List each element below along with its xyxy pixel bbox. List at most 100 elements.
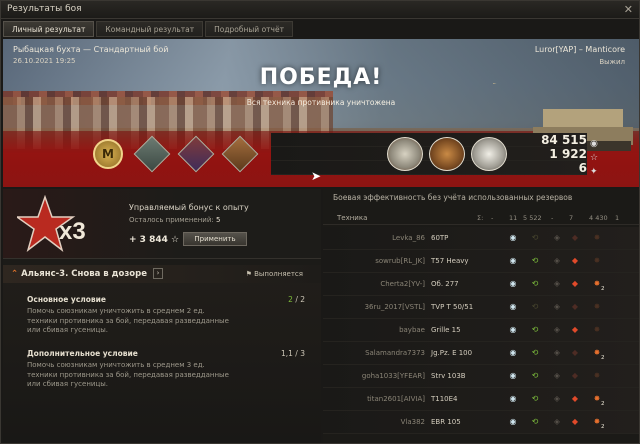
blocked-damage-icon[interactable]: ◈ [551,232,563,244]
row-player-name: 36ru_2017[VSTL] [364,303,425,311]
credits-value: 84 515 [541,133,587,147]
kill-icon[interactable]: ✸ [591,255,603,267]
battle-result-subtitle: Вся техника противника уничтожена [246,98,396,107]
kill-count: 2 [601,424,605,430]
mission-state-text: Выполняется [254,270,303,278]
damage-dealt-icon[interactable]: ◆ [569,232,581,244]
table-row[interactable]: Vla382 EBR 105 ◉ ⟲ ◈ ◆ ✸ 2 [323,411,639,434]
close-icon[interactable]: ✕ [624,3,633,16]
kill-icon[interactable]: ✸ [591,370,603,382]
damage-dealt-icon[interactable]: ◆ [569,301,581,313]
damage-dealt-icon[interactable]: ◆ [569,278,581,290]
efficiency-rows: Levka_86 60TP ◉ ⟲ ◈ ◆ ✸ sowrub[RL_JK] T57 Heavy ◉… [323,227,639,434]
medal-icon-1[interactable] [387,137,423,171]
achievement-icon-2[interactable] [177,135,215,173]
flag-icon: ⚑ [245,270,252,278]
spotting-icon[interactable]: ◉ [507,278,519,290]
damage-dealt-icon[interactable]: ◆ [569,347,581,359]
row-player-name: sowrub[RL_JK] [375,257,425,265]
damage-dealt-icon[interactable]: ◆ [569,416,581,428]
row-player-name: Vla382 [400,418,425,426]
achievement-icon-3[interactable] [221,135,259,173]
mission-open-arrow-icon[interactable]: › [153,268,163,279]
apply-bonus-button[interactable]: Применить [183,232,247,246]
assist-damage-icon[interactable]: ⟲ [529,416,541,428]
column-vehicle[interactable]: Техника [337,214,367,222]
spotting-icon[interactable]: ◉ [507,393,519,405]
achievement-icon-1[interactable] [133,135,171,173]
spotting-icon[interactable]: ◉ [507,370,519,382]
bonus-value-text: + 3 844 [129,235,168,245]
row-player-name: Levka_86 [392,234,425,242]
efficiency-panel: Боевая эффективность без учёта использов… [323,189,639,443]
battle-date: 26.10.2021 19:25 [13,57,76,65]
mission-panel: ⌃ Альянс-3. Снова в дозоре › ⚑ Выполняет… [3,265,321,443]
table-row[interactable]: Salamandra7373 Jg.Pz. E 100 ◉ ⟲ ◈ ◆ ✸ 2 [323,342,639,365]
free-exp-icon: ✦ [590,167,598,177]
medal-icon-2[interactable] [429,137,465,171]
spotting-icon[interactable]: ◉ [507,232,519,244]
star-icon: ☆ [590,153,599,163]
table-row[interactable]: baybae Grille 15 ◉ ⟲ ◈ ◆ ✸ [323,319,639,342]
row-player-name: Cherta2[YV-] [380,280,425,288]
medal-icon-3[interactable] [471,137,507,171]
assist-damage-icon[interactable]: ⟲ [529,278,541,290]
damage-dealt-icon[interactable]: ◆ [569,255,581,267]
personal-panel: x3 Управляемый бонус к опыту Осталось пр… [3,189,321,443]
table-row[interactable]: Cherta2[YV-] Об. 277 ◉ ⟲ ◈ ◆ ✸ 2 [323,273,639,296]
table-row[interactable]: titan2601[AIVIA] T110E4 ◉ ⟲ ◈ ◆ ✸ 2 [323,388,639,411]
kill-icon[interactable]: ✸ [591,324,603,336]
battle-result-title: ПОБЕДА! [259,65,383,90]
row-vehicle-name: Об. 277 [431,280,459,288]
spotting-icon[interactable]: ◉ [507,416,519,428]
assist-damage-icon[interactable]: ⟲ [529,324,541,336]
assist-damage-icon[interactable]: ⟲ [529,255,541,267]
blocked-damage-icon[interactable]: ◈ [551,347,563,359]
row-vehicle-name: Jg.Pz. E 100 [431,349,473,357]
kill-icon[interactable]: ✸ [591,232,603,244]
blocked-damage-icon[interactable]: ◈ [551,370,563,382]
blocked-damage-icon[interactable]: ◈ [551,255,563,267]
assist-damage-icon[interactable]: ⟲ [529,301,541,313]
column-value-5: 7 [569,214,574,222]
row-player-name: titan2601[AIVIA] [367,395,425,403]
table-row[interactable]: Levka_86 60TP ◉ ⟲ ◈ ◆ ✸ [323,227,639,250]
table-row[interactable]: 36ru_2017[VSTL] TVP T 50/51 ◉ ⟲ ◈ ◆ ✸ [323,296,639,319]
damage-dealt-icon[interactable]: ◆ [569,393,581,405]
table-row[interactable]: sowrub[RL_JK] T57 Heavy ◉ ⟲ ◈ ◆ ✸ [323,250,639,273]
row-player-name: Salamandra7373 [365,349,425,357]
assist-damage-icon[interactable]: ⟲ [529,370,541,382]
assist-damage-icon[interactable]: ⟲ [529,393,541,405]
tab-personal-result[interactable]: Личный результат [3,21,95,37]
kill-icon[interactable]: ✸ [591,301,603,313]
table-row[interactable]: goha1033[YFEAR] Strv 103B ◉ ⟲ ◈ ◆ ✸ [323,365,639,388]
tab-detailed-report[interactable]: Подробный отчёт [205,21,293,37]
damage-dealt-icon[interactable]: ◆ [569,324,581,336]
assist-damage-icon[interactable]: ⟲ [529,232,541,244]
blocked-damage-icon[interactable]: ◈ [551,324,563,336]
bonus-remaining-value: 5 [216,216,221,224]
achievements-right [387,137,507,171]
mastery-badge-icon[interactable]: M [93,139,123,169]
mission-title-text: Альянс-3. Снова в дозоре [21,269,147,279]
mission-header[interactable]: ⌃ Альянс-3. Снова в дозоре › ⚑ Выполняет… [3,265,321,283]
blocked-damage-icon[interactable]: ◈ [551,393,563,405]
player-status: Выжил [599,58,625,66]
kill-count: 2 [601,355,605,361]
mission-chevron-icon: ⌃ [11,269,19,279]
spotting-icon[interactable]: ◉ [507,301,519,313]
assist-damage-icon[interactable]: ⟲ [529,347,541,359]
blocked-damage-icon[interactable]: ◈ [551,416,563,428]
spotting-icon[interactable]: ◉ [507,347,519,359]
row-player-name: goha1033[YFEAR] [361,372,425,380]
spotting-icon[interactable]: ◉ [507,255,519,267]
blocked-damage-icon[interactable]: ◈ [551,278,563,290]
column-value-6: 4 430 [589,214,608,222]
blocked-damage-icon[interactable]: ◈ [551,301,563,313]
experience-value: 1 922 [549,147,587,161]
damage-dealt-icon[interactable]: ◆ [569,370,581,382]
spotting-icon[interactable]: ◉ [507,324,519,336]
main-condition-text: Помочь союзникам уничтожить в среднем 2 … [27,307,229,334]
row-player-name: baybae [399,326,425,334]
tab-team-result[interactable]: Командный результат [96,21,204,37]
